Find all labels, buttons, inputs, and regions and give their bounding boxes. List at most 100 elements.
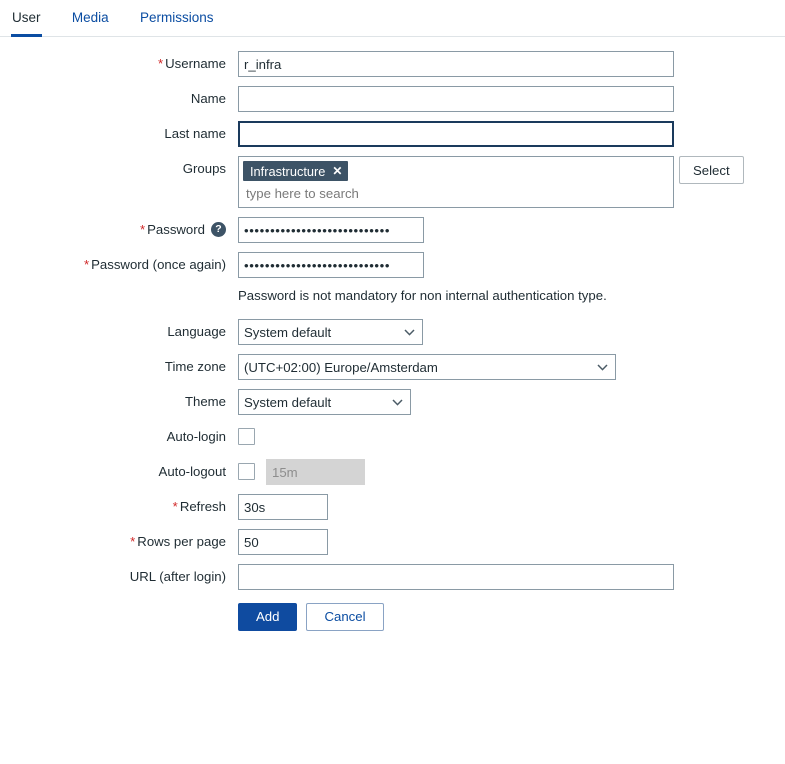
timezone-select-wrap: (UTC+02:00) Europe/Amsterdam [238, 354, 616, 380]
timezone-select[interactable]: (UTC+02:00) Europe/Amsterdam [238, 354, 616, 380]
label-refresh-text: Refresh [179, 499, 226, 514]
label-autologin: Auto-login [0, 424, 238, 450]
field-url-after-login [238, 564, 674, 590]
lastname-input[interactable] [238, 121, 674, 147]
groups-search-input[interactable] [243, 183, 669, 204]
label-rows-per-page: * Rows per page [0, 529, 238, 555]
field-row-autologin: Auto-login [0, 424, 785, 450]
label-password-again: * Password (once again) [0, 252, 238, 278]
label-groups-text: Groups [182, 161, 226, 176]
field-timezone: (UTC+02:00) Europe/Amsterdam [238, 354, 616, 380]
label-name-text: Name [190, 91, 226, 106]
required-marker: * [139, 222, 146, 237]
name-input[interactable] [238, 86, 674, 112]
label-timezone: Time zone [0, 354, 238, 380]
label-theme-text: Theme [184, 394, 226, 409]
required-marker: * [158, 56, 164, 71]
field-row-username: * Username [0, 51, 785, 77]
field-row-name: Name [0, 86, 785, 112]
footer-spacer [0, 603, 238, 631]
label-username: * Username [0, 51, 238, 77]
field-row-password-again: * Password (once again) [0, 252, 785, 278]
field-row-rows-per-page: * Rows per page [0, 529, 785, 555]
field-row-refresh: * Refresh [0, 494, 785, 520]
label-groups: Groups [0, 156, 238, 182]
tab-user-label: User [12, 10, 41, 25]
field-autologin [238, 424, 255, 445]
label-language: Language [0, 319, 238, 345]
field-refresh [238, 494, 328, 520]
field-password-again [238, 252, 424, 278]
label-url-after-login-text: URL (after login) [129, 569, 226, 584]
tab-media[interactable]: Media [72, 0, 109, 36]
label-timezone-text: Time zone [164, 359, 226, 374]
tab-user[interactable]: User [11, 0, 42, 37]
field-lastname [238, 121, 674, 147]
label-username-text: Username [165, 56, 226, 71]
field-groups: Infrastructure ✕ Select [238, 156, 744, 208]
field-row-theme: Theme System default [0, 389, 785, 415]
select-groups-button[interactable]: Select [679, 156, 744, 184]
tab-permissions[interactable]: Permissions [140, 0, 214, 36]
tab-bar: User Media Permissions [0, 0, 785, 37]
label-password-text: Password [147, 222, 205, 237]
label-lastname-text: Last name [164, 126, 226, 141]
field-rows-per-page [238, 529, 328, 555]
refresh-input[interactable] [238, 494, 328, 520]
theme-select-wrap: System default [238, 389, 411, 415]
field-theme: System default [238, 389, 411, 415]
field-language: System default [238, 319, 423, 345]
password-input[interactable] [238, 217, 424, 243]
label-password: * Password? [0, 217, 238, 243]
required-marker: * [130, 534, 136, 549]
label-url-after-login: URL (after login) [0, 564, 238, 590]
language-select[interactable]: System default [238, 319, 423, 345]
required-marker: * [172, 499, 178, 514]
label-rows-per-page-text: Rows per page [137, 534, 226, 549]
field-row-timezone: Time zone (UTC+02:00) Europe/Amsterdam [0, 354, 785, 380]
label-password-again-text: Password (once again) [91, 257, 226, 272]
add-button[interactable]: Add [238, 603, 298, 631]
field-row-lastname: Last name [0, 121, 785, 147]
label-autologout-text: Auto-logout [158, 464, 226, 479]
field-password [238, 217, 424, 243]
required-marker: * [83, 257, 90, 272]
field-row-groups: Groups Infrastructure ✕ Select [0, 156, 785, 208]
field-autologout [238, 459, 365, 485]
field-name [238, 86, 674, 112]
password-again-input[interactable] [238, 252, 424, 278]
cancel-button[interactable]: Cancel [306, 603, 384, 631]
footer-buttons: Add Cancel [238, 603, 384, 631]
label-lastname: Last name [0, 121, 238, 147]
label-name: Name [0, 86, 238, 112]
question-mark-icon[interactable]: ? [211, 222, 226, 238]
password-hint-text: Password is not mandatory for non intern… [238, 288, 607, 303]
url-after-login-input[interactable] [238, 564, 674, 590]
hint-row: Password is not mandatory for non intern… [0, 287, 785, 305]
group-chip[interactable]: Infrastructure ✕ [243, 161, 349, 181]
field-row-password: * Password? [0, 217, 785, 243]
rows-per-page-input[interactable] [238, 529, 328, 555]
field-username [238, 51, 674, 77]
username-input[interactable] [238, 51, 674, 77]
field-row-language: Language System default [0, 319, 785, 345]
label-autologout: Auto-logout [0, 459, 238, 485]
group-chip-label: Infrastructure [250, 163, 326, 179]
language-select-wrap: System default [238, 319, 423, 345]
user-form: *Username Name Last name Groups Inf [0, 37, 785, 631]
tab-permissions-label: Permissions [139, 10, 214, 25]
form-footer: Add Cancel [0, 603, 785, 631]
field-row-autologout: Auto-logout [0, 459, 785, 485]
groups-multiselect[interactable]: Infrastructure ✕ [238, 156, 674, 208]
hint-spacer [0, 287, 238, 305]
autologin-checkbox[interactable] [238, 428, 255, 445]
label-theme: Theme [0, 389, 238, 415]
label-autologin-text: Auto-login [166, 429, 226, 444]
autologout-checkbox[interactable] [238, 463, 255, 480]
label-refresh: * Refresh [0, 494, 238, 520]
autologout-delay-input [266, 459, 365, 485]
tab-media-label: Media [71, 10, 109, 25]
label-language-text: Language [167, 324, 226, 339]
theme-select[interactable]: System default [238, 389, 411, 415]
close-icon[interactable]: ✕ [332, 165, 342, 177]
